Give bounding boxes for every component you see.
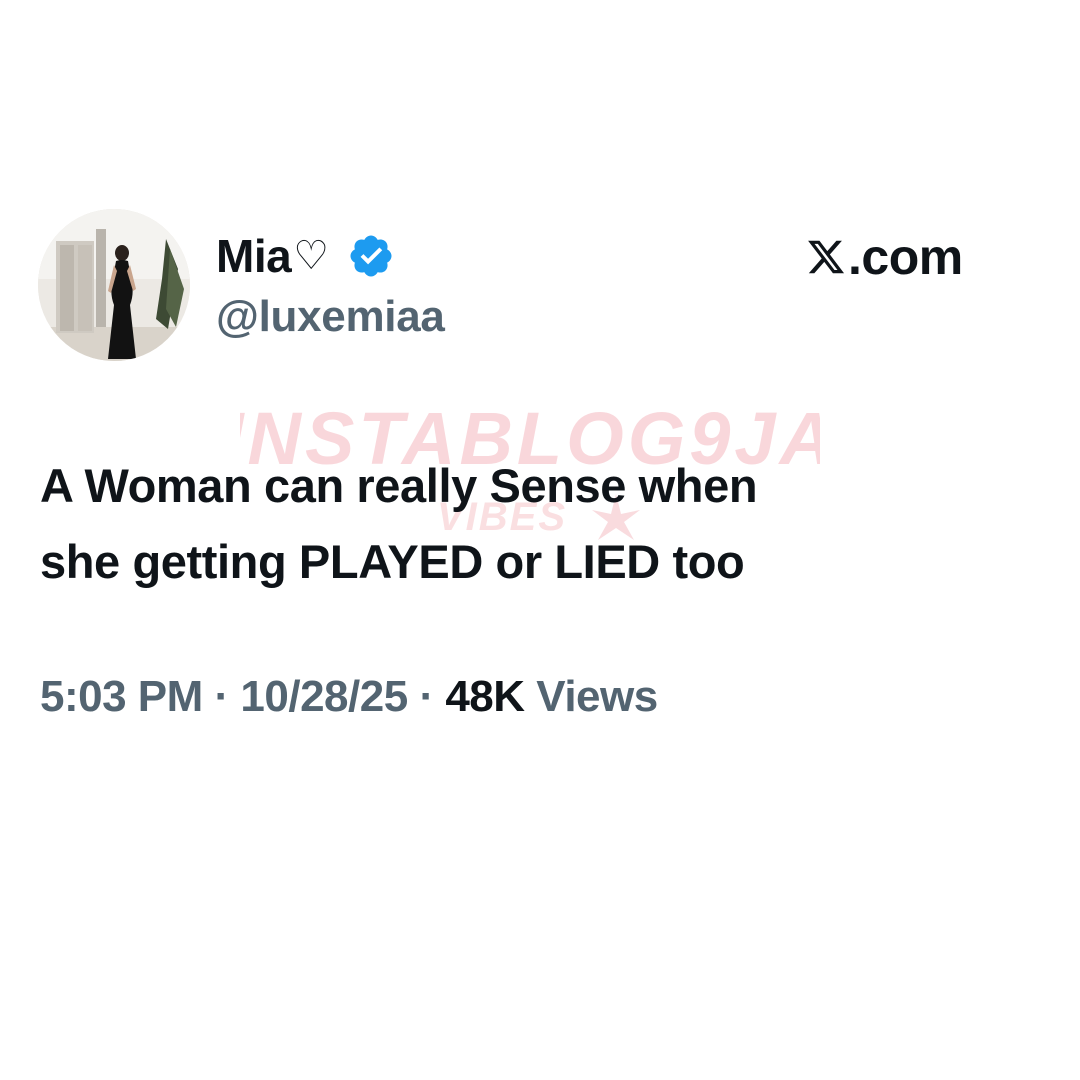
tweet-text: A Woman can really Sense when she gettin… (40, 448, 1040, 600)
heart-emoji: ♡ (293, 233, 329, 279)
display-name-text: Mia (216, 230, 292, 282)
views-label: Views (536, 672, 658, 721)
tweet-meta: 5:03 PM · 10/28/25 · 48K Views (40, 672, 658, 722)
separator: · (419, 672, 434, 721)
source-domain: .com (848, 229, 963, 285)
avatar[interactable] (38, 209, 190, 361)
display-name[interactable]: Mia ♡ (216, 226, 395, 286)
tweet-line: she getting PLAYED or LIED too (40, 535, 745, 588)
verified-badge-icon (350, 235, 392, 277)
tweet-date[interactable]: 10/28/25 (240, 672, 408, 721)
separator: · (214, 672, 230, 721)
tweet-line: A Woman can really Sense when (40, 459, 758, 512)
handle[interactable]: @luxemiaa (216, 292, 445, 342)
avatar-photo (38, 209, 190, 361)
x-logo-icon (808, 240, 845, 274)
views-count: 48K (445, 672, 525, 721)
tweet-time[interactable]: 5:03 PM (40, 672, 203, 721)
source-label: .com (806, 228, 963, 286)
tweet-screenshot: Mia ♡ @luxemiaa .com INSTABLOG9JA VIBES A… (0, 0, 1080, 1080)
